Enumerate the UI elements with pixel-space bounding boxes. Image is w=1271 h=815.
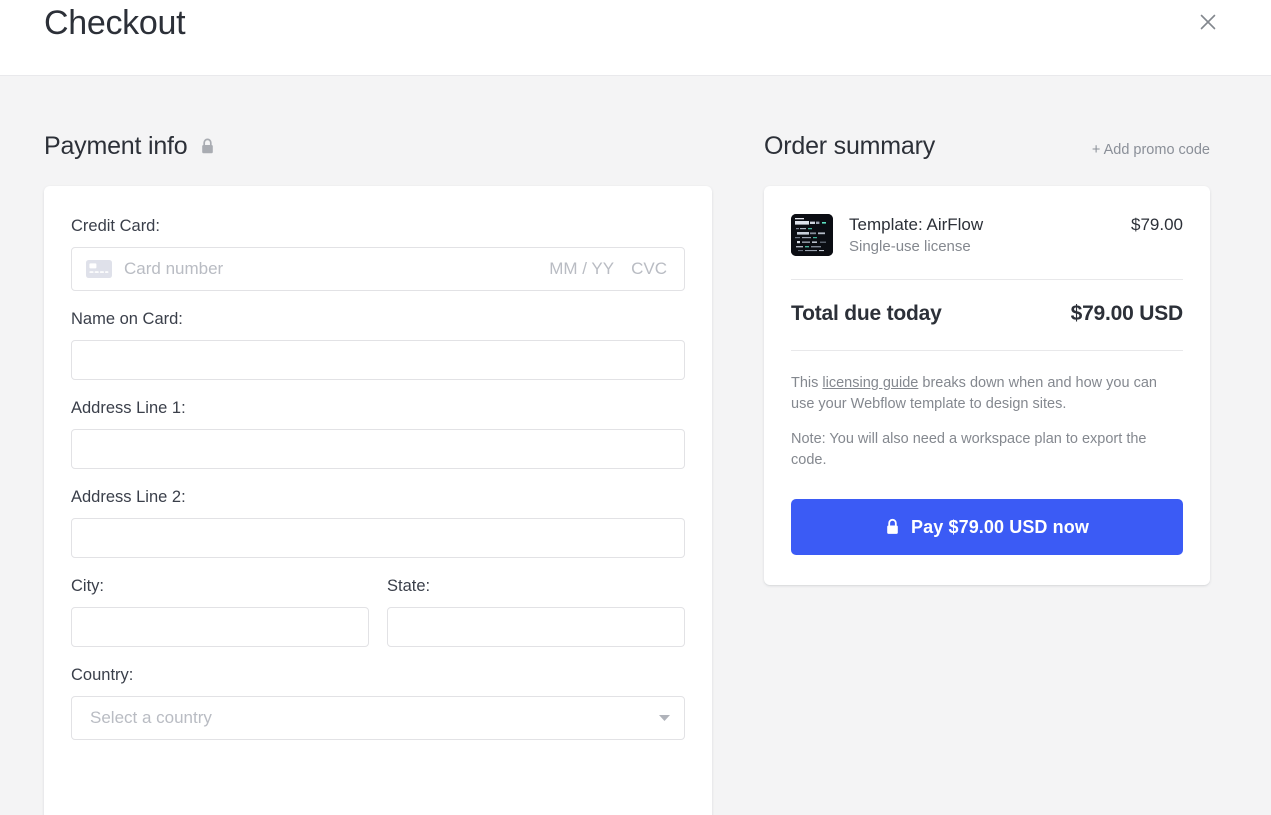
state-input[interactable] — [387, 607, 685, 647]
lock-icon — [885, 518, 900, 536]
card-cvc-placeholder[interactable]: CVC — [631, 259, 667, 279]
address-line-2-input[interactable] — [71, 518, 685, 558]
licensing-note: This licensing guide breaks down when an… — [791, 373, 1183, 415]
credit-card-label: Credit Card: — [71, 216, 685, 236]
credit-card-field: Credit Card: Card number MM / YY — [71, 216, 685, 291]
summary-notes: This licensing guide breaks down when an… — [791, 351, 1183, 471]
address-line-1-field: Address Line 1: — [71, 398, 685, 469]
total-label: Total due today — [791, 302, 942, 326]
workspace-note: Note: You will also need a workspace pla… — [791, 429, 1183, 471]
country-label: Country: — [71, 665, 685, 685]
checkout-body: Payment info Credit Card: — [0, 76, 1271, 815]
address-line-2-label: Address Line 2: — [71, 487, 685, 507]
card-expiry-placeholder[interactable]: MM / YY — [549, 259, 614, 279]
state-field: State: — [387, 576, 685, 647]
card-number-placeholder: Card number — [124, 259, 541, 279]
city-state-row: City: State: — [71, 576, 685, 665]
lock-icon — [200, 138, 215, 155]
card-number-input[interactable]: Card number MM / YY CVC — [71, 247, 685, 291]
licensing-note-before: This — [791, 375, 822, 391]
order-summary-card: Template: AirFlow Single-use license $79… — [764, 186, 1210, 585]
name-on-card-field: Name on Card: — [71, 309, 685, 380]
checkout-header: Checkout — [0, 0, 1271, 76]
pay-button-label: Pay $79.00 USD now — [911, 517, 1089, 538]
name-on-card-label: Name on Card: — [71, 309, 685, 329]
country-select-wrapper: Select a country — [71, 696, 685, 740]
total-value: $79.00 USD — [1071, 302, 1183, 326]
order-item-price: $79.00 — [1131, 214, 1183, 235]
order-line-item: Template: AirFlow Single-use license $79… — [791, 186, 1183, 279]
order-item-name: Template: AirFlow — [849, 214, 1121, 235]
country-field: Country: Select a country — [71, 665, 685, 740]
add-promo-code-link[interactable]: + Add promo code — [1092, 142, 1210, 158]
country-select-value: Select a country — [90, 708, 212, 728]
order-summary-heading-row: Order summary + Add promo code — [764, 132, 1210, 161]
payment-info-label: Payment info — [44, 132, 188, 161]
address-line-2-field: Address Line 2: — [71, 487, 685, 558]
credit-card-icon — [86, 260, 112, 278]
template-preview-thumbnail — [791, 214, 833, 256]
city-field: City: — [71, 576, 369, 647]
city-label: City: — [71, 576, 369, 596]
order-item-subtitle: Single-use license — [849, 237, 1121, 257]
close-button[interactable] — [1195, 9, 1221, 35]
close-icon — [1198, 12, 1218, 32]
page-title: Checkout — [44, 2, 185, 44]
order-summary-label: Order summary — [764, 132, 935, 161]
payment-form-card: Credit Card: Card number MM / YY — [44, 186, 712, 815]
city-input[interactable] — [71, 607, 369, 647]
total-row: Total due today $79.00 USD — [791, 280, 1183, 350]
order-item-text: Template: AirFlow Single-use license — [849, 214, 1121, 257]
pay-button[interactable]: Pay $79.00 USD now — [791, 499, 1183, 555]
name-on-card-input[interactable] — [71, 340, 685, 380]
state-label: State: — [387, 576, 685, 596]
address-line-1-label: Address Line 1: — [71, 398, 685, 418]
licensing-guide-link[interactable]: licensing guide — [822, 375, 918, 391]
payment-info-heading: Payment info — [44, 132, 215, 161]
address-line-1-input[interactable] — [71, 429, 685, 469]
country-select[interactable]: Select a country — [71, 696, 685, 740]
